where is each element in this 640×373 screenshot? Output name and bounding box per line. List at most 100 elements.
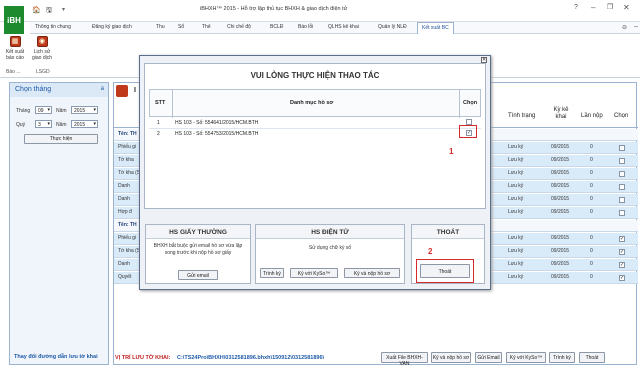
title-bar: 🏠 🖫 ▾ iBHXH™ 2015 - Hỗ trợ lập thủ tục B…	[0, 0, 640, 22]
row-label: Tờ kha	[118, 157, 134, 163]
ribbon-collapse-icon[interactable]: ⊖	[622, 24, 627, 31]
col-stt: STT	[155, 100, 166, 106]
tab-bcld[interactable]: BCLĐ	[270, 24, 283, 30]
row-checkbox[interactable]: ✓	[619, 249, 625, 255]
action-dialog: ✕ VUI LÒNG THỰC HIỆN THAO TÁC STT Danh m…	[139, 55, 491, 290]
tab-ket-xuat-bc[interactable]: Kết xuất BC	[417, 22, 454, 34]
hs-giay-thuong-panel: HS GIẤY THƯỜNG BHXH bắt buộc gửi email h…	[145, 224, 251, 284]
save-icon[interactable]: 🖫	[46, 6, 52, 17]
home-icon[interactable]: 🏠	[32, 6, 41, 14]
gui-email-dialog-button[interactable]: Gửi email	[178, 270, 218, 280]
chevron-down-icon: ▾	[93, 121, 96, 127]
ribbon-tabs: Thông tin chung Đăng ký giao dịch Thu Sổ…	[30, 22, 640, 34]
row-ky-ke-khai: 09/2015	[551, 157, 570, 163]
nam-select[interactable]: 2015 ▾	[71, 106, 98, 114]
row-lan-nop: 0	[590, 183, 593, 189]
row-label: Danh	[118, 183, 130, 189]
dialog-row[interactable]: 2 HS 103 - Số: 554753/2015/HCM.BTH ✓	[149, 128, 481, 137]
tab-dang-ky-giao-dich[interactable]: Đăng ký giao dịch	[92, 24, 132, 30]
row-tinh-trang: Lưu ký	[508, 157, 524, 163]
trinh-ky-button[interactable]: Trình ký	[549, 352, 575, 363]
annotation-highlight-1	[459, 125, 477, 138]
row-name: HS 103 - Số: 554753/2015/HCM.BTH	[175, 131, 259, 137]
tab-quan-ly-nld[interactable]: Quản lý NLĐ	[378, 24, 407, 30]
row-checkbox[interactable]	[619, 145, 625, 151]
row-label: Hợp đ	[118, 209, 132, 215]
help-icon[interactable]: ?	[574, 4, 578, 11]
thoat-button[interactable]: Thoát	[579, 352, 605, 363]
xuat-file-bhxh-van-button[interactable]: Xuất File BHXH-VAN	[381, 352, 428, 367]
change-save-path-link[interactable]: Thay đổi đường dẫn lưu tờ khai	[14, 354, 98, 360]
col-danh-muc: Danh mục hồ sơ	[290, 100, 334, 106]
quick-access-dropdown-icon[interactable]: ▾	[62, 6, 65, 13]
minimize-icon[interactable]: –	[591, 3, 595, 12]
nam-value: 2015	[74, 108, 86, 114]
lich-su-giao-dich-button[interactable]: ◉ Lịch sử giao dịch	[31, 36, 53, 61]
ky-va-nop-ho-so-button[interactable]: Ký và nộp hồ sơ	[431, 352, 471, 363]
nam2-select[interactable]: 2015 ▾	[71, 120, 98, 128]
lich-su-giao-dich-label: Lịch sử giao dịch	[31, 49, 52, 61]
quy-select[interactable]: 3 ▾	[35, 120, 52, 128]
header-lan-nop: Lần nộp	[581, 113, 603, 119]
tab-the[interactable]: Thẻ	[202, 24, 211, 30]
row-checkbox[interactable]	[619, 197, 625, 203]
ky-va-nop-dialog-button[interactable]: Ký và nộp hồ sơ	[344, 268, 400, 278]
thuc-hien-button[interactable]: Thực hiện	[24, 134, 98, 144]
thoat-dialog-button[interactable]: Thoát	[420, 264, 470, 278]
row-checkbox[interactable]	[619, 184, 625, 190]
row-ky-ke-khai: 09/2015	[551, 235, 570, 241]
chon-thang-header: Chọn tháng a	[10, 83, 108, 97]
dialog-title: VUI LÒNG THỰC HIỆN THAO TÁC	[250, 71, 380, 80]
tab-qlhs-ke-khai[interactable]: QLHS kê khai	[328, 24, 359, 30]
row-lan-nop: 0	[590, 144, 593, 150]
row-ky-ke-khai: 09/2015	[551, 183, 570, 189]
row-label: Phiếu gi	[118, 144, 137, 150]
row-label: Tên: TH	[118, 222, 137, 228]
panel-pin-icon[interactable]: a	[101, 86, 104, 92]
report-icon: ▦	[9, 36, 21, 47]
chevron-down-icon: ▾	[47, 107, 50, 113]
nam-label: Năm	[56, 108, 67, 114]
chon-thang-title: Chọn tháng	[15, 86, 52, 93]
thang-select[interactable]: 09 ▾	[35, 106, 52, 114]
row-checkbox[interactable]: ✓	[619, 262, 625, 268]
hs-giay-thuong-desc: BHXH bắt buộc gửi email hồ sơ vừa lập xo…	[153, 243, 243, 256]
tab-thong-tin-chung[interactable]: Thông tin chung	[35, 24, 71, 30]
ky-voi-kyso-dialog-button[interactable]: Ký với KySo™	[290, 268, 338, 278]
row-checkbox[interactable]	[619, 158, 625, 164]
trinh-ky-dialog-button[interactable]: Trình ký	[260, 268, 284, 278]
maximize-icon[interactable]: ❐	[607, 3, 613, 11]
ribbon-group-bao: Báo ...	[6, 69, 21, 75]
row-checkbox[interactable]	[619, 210, 625, 216]
tab-thu[interactable]: Thu	[156, 24, 165, 30]
row-label: Quyết	[118, 274, 132, 280]
dialog-list-panel: VUI LÒNG THỰC HIỆN THAO TÁC STT Danh mục…	[144, 63, 486, 209]
dialog-row[interactable]: 1 HS 103 - Số: 554641/2015/HCM.BTH	[149, 118, 481, 127]
ky-voi-kyso-button[interactable]: Ký với KySo™	[506, 352, 546, 363]
row-checkbox[interactable]: ✓	[619, 275, 625, 281]
ribbon-minimize-icon[interactable]: –	[634, 23, 638, 30]
quy-label: Quý	[16, 122, 26, 128]
row-lan-nop: 0	[590, 170, 593, 176]
row-lan-nop: 0	[590, 209, 593, 215]
gui-email-button[interactable]: Gửi Email	[475, 352, 502, 363]
close-icon[interactable]: ✕	[623, 3, 630, 12]
row-tinh-trang: Lưu ký	[508, 196, 524, 202]
hs-dien-tu-title: HS ĐIỆN TỬ	[256, 225, 404, 239]
row-label: Tên: TH	[118, 131, 137, 137]
thang-value: 09	[38, 108, 44, 114]
row-checkbox[interactable]: ✓	[619, 236, 625, 242]
tab-bao-loi[interactable]: Báo lỗi	[298, 24, 313, 30]
row-ky-ke-khai: 09/2015	[551, 144, 570, 150]
row-lan-nop: 0	[590, 274, 593, 280]
row-stt: 2	[157, 131, 160, 137]
tab-chi-che-do[interactable]: Chi chế độ	[227, 24, 251, 30]
ket-xuat-bao-cao-button[interactable]: ▦ Kết xuất báo cáo	[4, 36, 26, 61]
nam2-label: Năm	[56, 122, 67, 128]
row-checkbox[interactable]	[619, 171, 625, 177]
header-tinh-trang: Tình trạng	[508, 113, 536, 119]
save-location-path: C:\TS24Pro\BHXH\0312581896.bhxh\150912\0…	[177, 355, 325, 361]
row-name: HS 103 - Số: 554641/2015/HCM.BTH	[175, 120, 259, 126]
chevron-down-icon: ▾	[47, 121, 50, 127]
tab-so[interactable]: Sổ	[178, 24, 184, 30]
